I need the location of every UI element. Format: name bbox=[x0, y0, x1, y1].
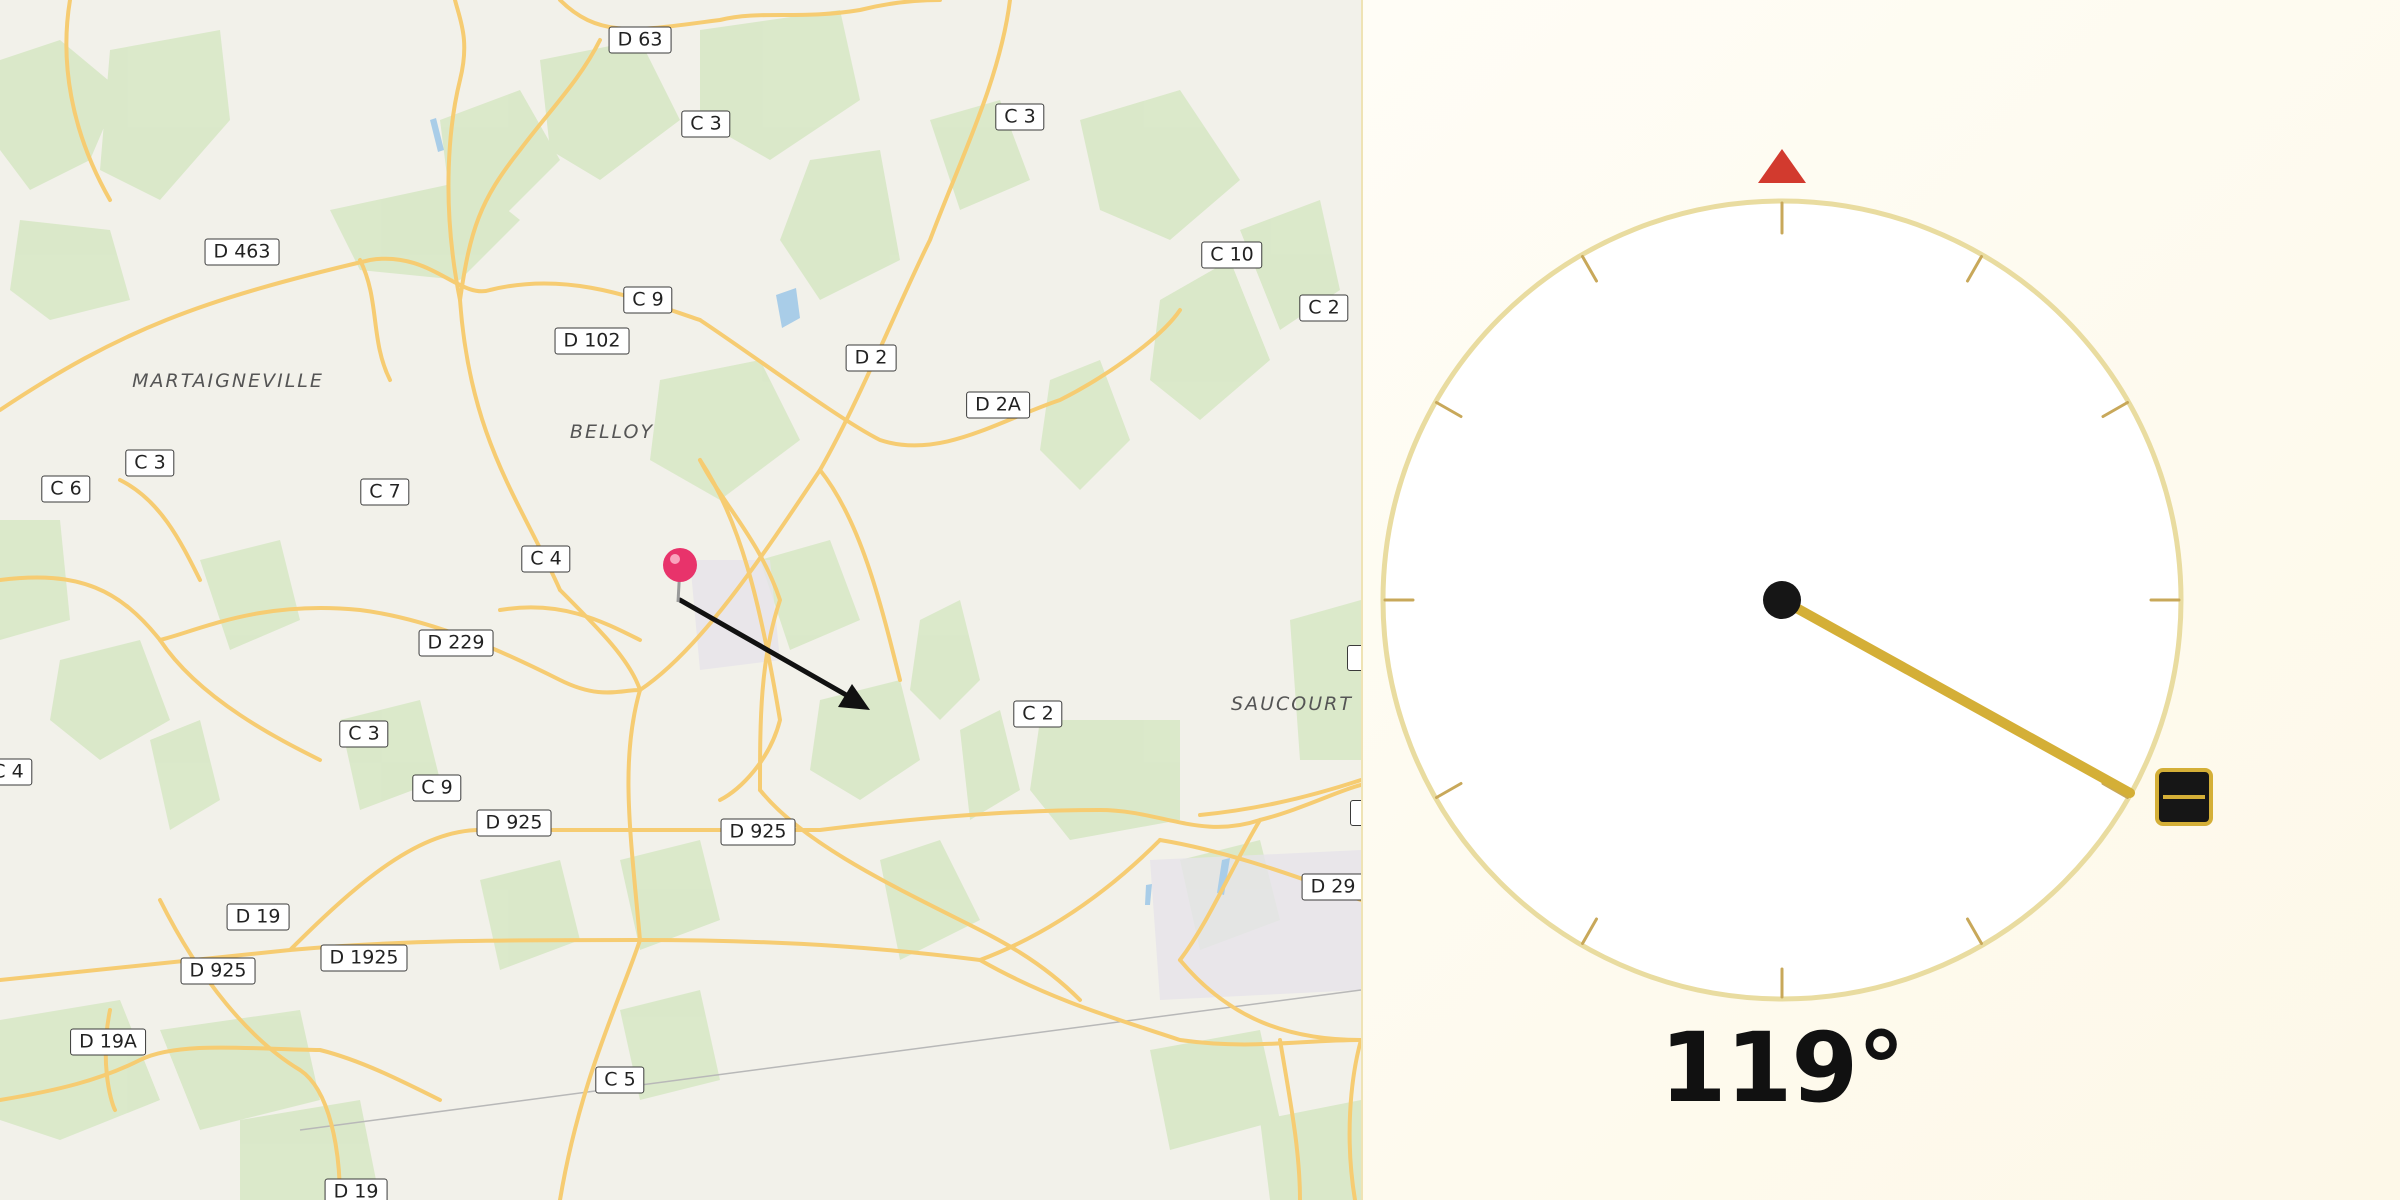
road-label-d1925: D 1925 bbox=[320, 944, 408, 972]
road-label-d463: D 463 bbox=[204, 238, 280, 266]
road-label-c9: C 9 bbox=[412, 774, 462, 802]
place-label-belloy: BELLOY bbox=[569, 421, 655, 443]
road-label-c3: C 3 bbox=[681, 110, 731, 138]
road-label-d925: D 925 bbox=[180, 957, 256, 985]
road-label-d29: D 29 bbox=[1301, 873, 1361, 901]
road-label-d2: D 2 bbox=[845, 344, 897, 372]
compass-hub bbox=[1763, 581, 1801, 619]
heading-readout: 119° bbox=[1659, 1012, 1905, 1124]
road-label-d19: D 19 bbox=[226, 903, 290, 931]
road-label-c3: C 3 bbox=[995, 103, 1045, 131]
road-label-c4: C 4 bbox=[0, 758, 33, 786]
road-label-c4: C 4 bbox=[521, 545, 571, 573]
road-label-c2: C 2 bbox=[1299, 294, 1349, 322]
road-label-c2: C 2 bbox=[1013, 700, 1063, 728]
road-label-c3: C 3 bbox=[339, 720, 389, 748]
road-label-d19: D 19 bbox=[324, 1178, 388, 1200]
road-label-d19a: D 19A bbox=[70, 1028, 146, 1056]
road-label-d102: D 102 bbox=[554, 327, 630, 355]
north-marker bbox=[1758, 149, 1806, 183]
road-label-c7: C 7 bbox=[360, 478, 410, 506]
road-label-c3: C 3 bbox=[125, 449, 175, 477]
road-label-clipped bbox=[1350, 800, 1361, 826]
road-label-c6: C 6 bbox=[41, 475, 91, 503]
map-canvas bbox=[0, 0, 1361, 1200]
road-label-d2a: D 2A bbox=[966, 391, 1030, 419]
location-pin[interactable] bbox=[663, 548, 697, 603]
place-label-martaigneville: MARTAIGNEVILLE bbox=[132, 370, 324, 392]
road-label-d63: D 63 bbox=[608, 26, 672, 54]
needle-handle[interactable] bbox=[2155, 768, 2213, 826]
road-label-c9: C 9 bbox=[623, 286, 673, 314]
road-label-clipped bbox=[1347, 645, 1361, 671]
road-label-d925: D 925 bbox=[720, 818, 796, 846]
woodland bbox=[0, 10, 1361, 1200]
place-label-saucourt: SAUCOURT bbox=[1231, 693, 1353, 715]
road-label-c10: C 10 bbox=[1201, 241, 1263, 269]
road-label-d925: D 925 bbox=[476, 809, 552, 837]
road-label-c5: C 5 bbox=[595, 1066, 645, 1094]
road-label-d229: D 229 bbox=[418, 629, 494, 657]
map-view[interactable]: D 63 C 3 C 3 D 463 C 10 C 9 C 2 D 102 D … bbox=[0, 0, 1361, 1200]
